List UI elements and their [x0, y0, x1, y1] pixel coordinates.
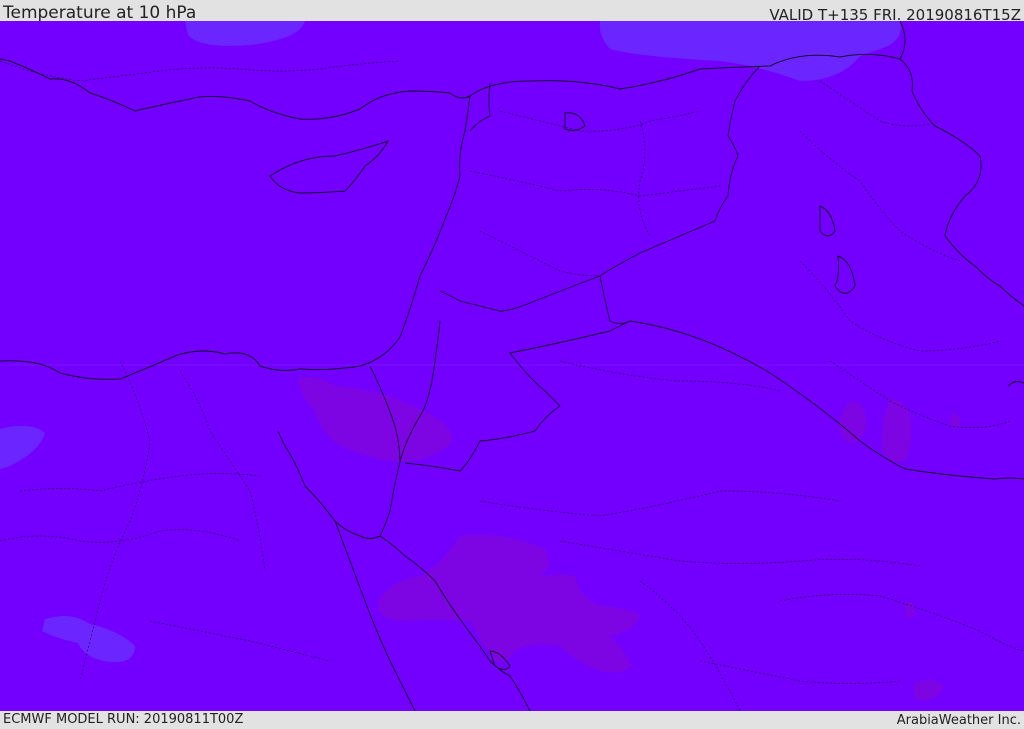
forecast-map-page: Temperature at 10 hPa VALID T+135 FRI. 2…: [0, 0, 1024, 729]
credit-label: ArabiaWeather Inc.: [896, 713, 1021, 728]
model-run-label: ECMWF MODEL RUN: 20190811T00Z: [3, 712, 244, 727]
map-canvas: [0, 21, 1024, 711]
temperature-map[interactable]: [0, 21, 1024, 711]
map-title: Temperature at 10 hPa: [3, 3, 197, 23]
